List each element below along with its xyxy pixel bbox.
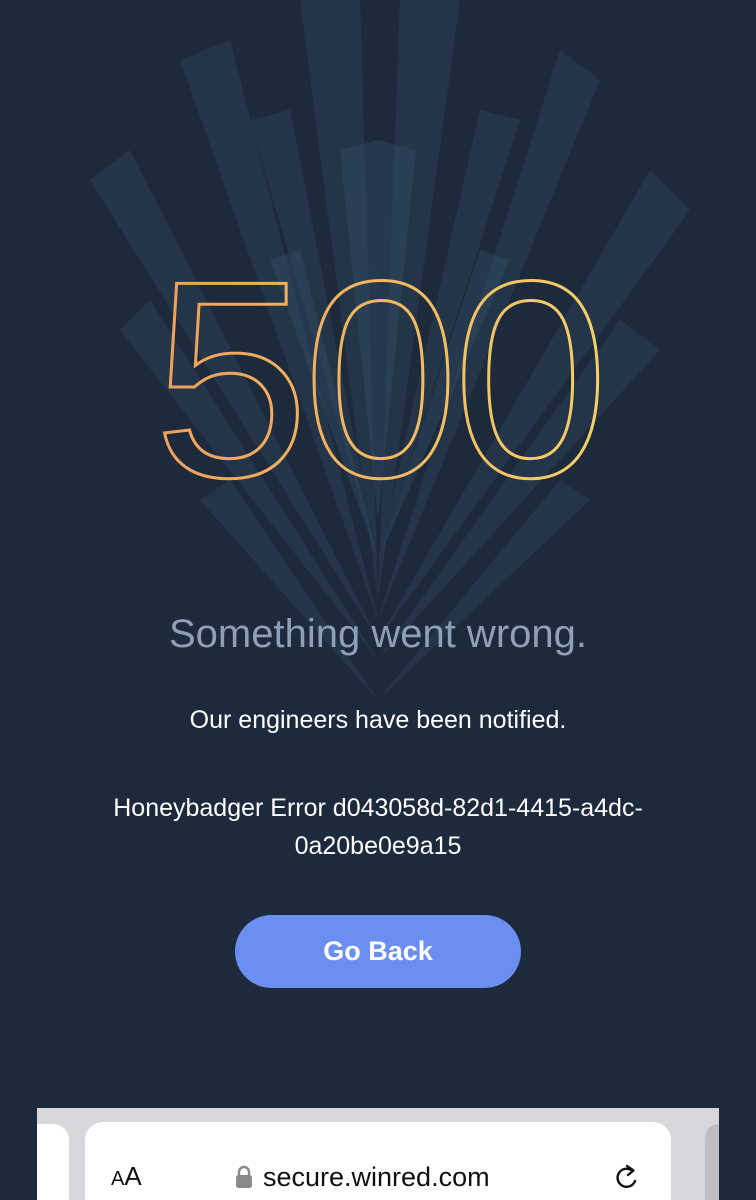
- lock-icon: [236, 1165, 252, 1188]
- error-headline: Something went wrong.: [168, 612, 587, 656]
- next-tab-peek[interactable]: [705, 1124, 719, 1200]
- notification-message: Our engineers have been notified.: [189, 706, 567, 734]
- previous-tab-peek[interactable]: [37, 1124, 69, 1200]
- go-back-button[interactable]: Go Back: [235, 915, 521, 988]
- error-code-500: 500: [152, 240, 610, 500]
- address-bar[interactable]: AA secure.winred.com: [85, 1122, 671, 1200]
- browser-toolbar: AA secure.winred.com: [37, 1108, 719, 1200]
- url-display[interactable]: secure.winred.com: [235, 1162, 490, 1192]
- error-reference: Honeybadger Error d043058d-82d1-4415-a4d…: [113, 794, 643, 860]
- url-text: secure.winred.com: [263, 1162, 490, 1192]
- svg-text:500: 500: [153, 240, 602, 500]
- reader-options-button[interactable]: AA: [111, 1162, 142, 1190]
- reload-icon[interactable]: [613, 1162, 641, 1192]
